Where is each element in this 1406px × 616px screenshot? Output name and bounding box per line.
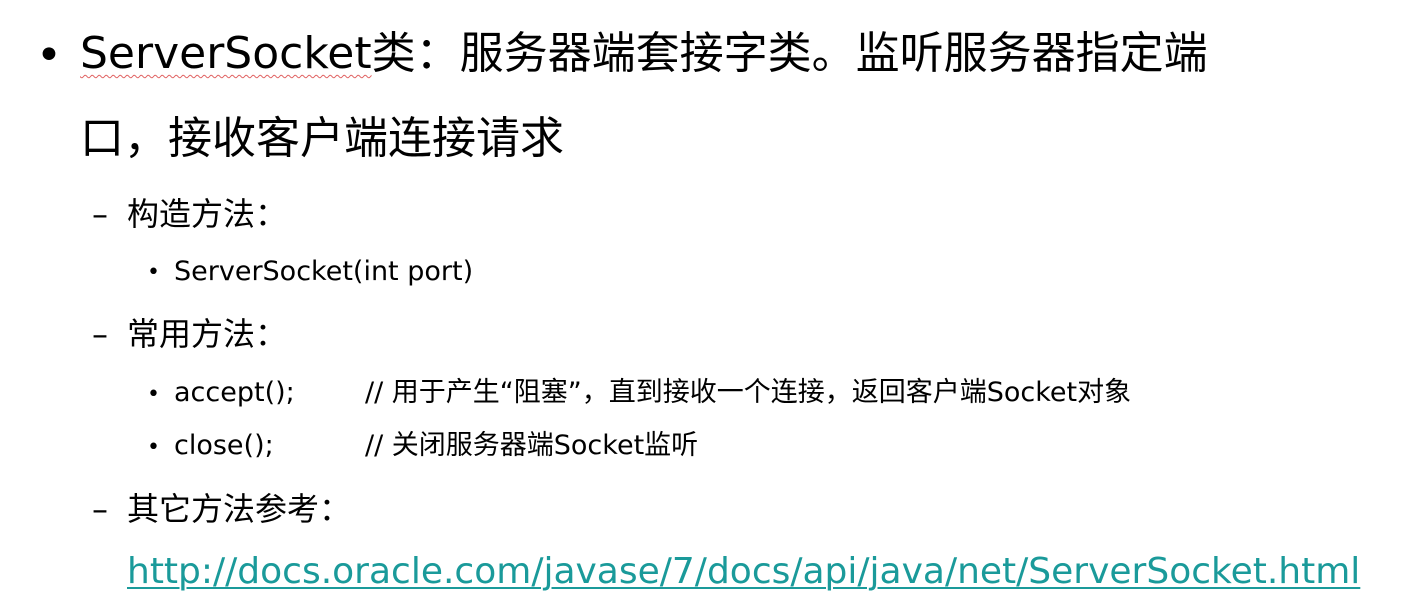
bullet-main: • — [36, 30, 62, 81]
reference-heading: 其它方法参考： — [127, 490, 352, 528]
comment-accept: // 用于产生“阻塞”，直到接收一个连接，返回客户端Socket对象 — [365, 377, 1132, 408]
api-doc-link[interactable]: http://docs.oracle.com/javase/7/docs/api… — [127, 550, 1360, 593]
comment-close: // 关闭服务器端Socket监听 — [365, 430, 699, 461]
bullet-close: • — [147, 435, 160, 460]
bullet-accept: • — [147, 382, 160, 407]
dash-methods: – — [92, 315, 108, 353]
main-point-line-2: 口，接收客户端连接请求 — [80, 113, 564, 164]
class-name-term: ServerSocket — [80, 28, 372, 79]
constructor-signature: ServerSocket(int port) — [174, 256, 474, 287]
methods-heading: 常用方法： — [127, 315, 288, 353]
main-point-line-1: ServerSocket类：服务器端套接字类。监听服务器指定端 — [80, 28, 1208, 81]
dash-reference: – — [92, 490, 108, 528]
bullet-constructor-item: • — [147, 260, 160, 285]
constructor-heading: 构造方法： — [127, 195, 288, 233]
method-accept: accept(); — [174, 377, 295, 408]
dash-constructor: – — [92, 195, 108, 233]
main-point-text: 类：服务器端套接字类。监听服务器指定端 — [371, 28, 1208, 79]
method-close: close(); — [174, 430, 274, 461]
